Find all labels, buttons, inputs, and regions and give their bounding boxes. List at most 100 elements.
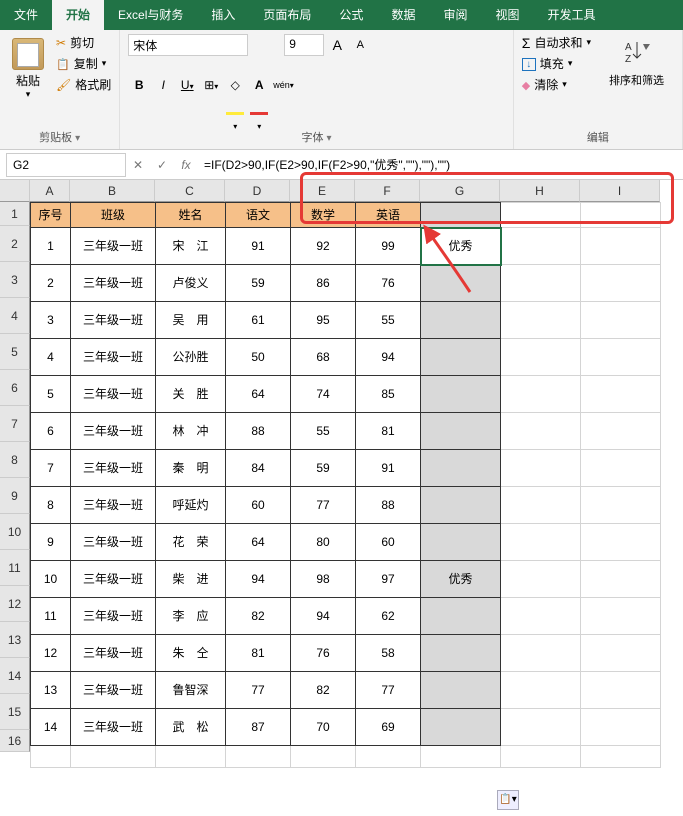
cell[interactable]: 李 应 [156, 598, 226, 635]
cell[interactable]: 鲁智深 [156, 672, 226, 709]
cell[interactable]: 95 [291, 302, 356, 339]
cell[interactable]: 14 [31, 709, 71, 746]
cell[interactable]: 5 [31, 376, 71, 413]
cell[interactable]: 三年级一班 [71, 672, 156, 709]
cell[interactable] [421, 413, 501, 450]
cell[interactable]: 公孙胜 [156, 339, 226, 376]
cell[interactable]: 55 [291, 413, 356, 450]
cell[interactable] [581, 265, 661, 302]
copy-button[interactable]: 复制 ▾ [56, 55, 111, 72]
cell[interactable]: 11 [31, 598, 71, 635]
cell[interactable] [501, 561, 581, 598]
cell[interactable]: 59 [291, 450, 356, 487]
cell[interactable] [501, 339, 581, 376]
cell[interactable] [581, 450, 661, 487]
row-header[interactable]: 1 [0, 202, 30, 226]
cell[interactable]: 97 [356, 561, 421, 598]
cell[interactable]: 数学 [291, 203, 356, 228]
cell[interactable]: 吴 用 [156, 302, 226, 339]
cell[interactable]: 58 [356, 635, 421, 672]
cell[interactable] [71, 746, 156, 768]
row-header[interactable]: 2 [0, 226, 30, 262]
cell[interactable]: 秦 明 [156, 450, 226, 487]
cell[interactable]: 81 [226, 635, 291, 672]
underline-button[interactable]: U▾ [176, 74, 198, 96]
cell[interactable]: 2 [31, 265, 71, 302]
cell[interactable] [31, 746, 71, 768]
cell[interactable]: 三年级一班 [71, 302, 156, 339]
cell[interactable] [501, 598, 581, 635]
border-button[interactable]: ⊞▾ [200, 74, 222, 96]
row-header[interactable]: 13 [0, 622, 30, 658]
cell[interactable]: 卢俊义 [156, 265, 226, 302]
row-header[interactable]: 11 [0, 550, 30, 586]
cell[interactable]: 80 [291, 524, 356, 561]
cell[interactable] [421, 265, 501, 302]
cell[interactable]: 62 [356, 598, 421, 635]
cell[interactable]: 69 [356, 709, 421, 746]
col-header-A[interactable]: A [30, 180, 70, 202]
cell[interactable] [421, 203, 501, 228]
fill-button[interactable]: 填充 ▾ [522, 55, 591, 72]
cell[interactable]: 10 [31, 561, 71, 598]
sort-filter-button[interactable]: AZ 排序和筛选 [599, 34, 674, 92]
row-header[interactable]: 7 [0, 406, 30, 442]
cell[interactable]: 三年级一班 [71, 339, 156, 376]
fill-color-button[interactable]: ◇▾ [224, 74, 246, 96]
cell-grid[interactable]: 序号班级姓名语文数学英语1三年级一班宋 江919299优秀2三年级一班卢俊义59… [30, 202, 661, 768]
font-color-button[interactable]: A▾ [248, 74, 270, 96]
cell[interactable] [581, 746, 661, 768]
tab-developer[interactable]: 开发工具 [533, 0, 609, 30]
row-header[interactable]: 6 [0, 370, 30, 406]
cell[interactable]: 13 [31, 672, 71, 709]
cell[interactable] [581, 487, 661, 524]
col-header-D[interactable]: D [225, 180, 290, 202]
cell[interactable]: 77 [291, 487, 356, 524]
italic-button[interactable]: I [152, 74, 174, 96]
cell[interactable] [581, 635, 661, 672]
cell[interactable]: 76 [356, 265, 421, 302]
row-header[interactable]: 10 [0, 514, 30, 550]
cell[interactable]: 77 [226, 672, 291, 709]
cell[interactable] [421, 302, 501, 339]
cell[interactable]: 姓名 [156, 203, 226, 228]
cell[interactable] [501, 265, 581, 302]
cell[interactable] [501, 413, 581, 450]
tab-data[interactable]: 数据 [377, 0, 429, 30]
cell[interactable]: 50 [226, 339, 291, 376]
cell[interactable]: 三年级一班 [71, 376, 156, 413]
cell[interactable]: 85 [356, 376, 421, 413]
tab-review[interactable]: 审阅 [429, 0, 481, 30]
cell[interactable]: 班级 [71, 203, 156, 228]
row-header[interactable]: 9 [0, 478, 30, 514]
cell[interactable]: 64 [226, 524, 291, 561]
cell[interactable]: 94 [291, 598, 356, 635]
cell[interactable]: 81 [356, 413, 421, 450]
row-header[interactable]: 3 [0, 262, 30, 298]
cell[interactable] [581, 561, 661, 598]
cell[interactable]: 三年级一班 [71, 265, 156, 302]
cell[interactable]: 12 [31, 635, 71, 672]
grow-font-button[interactable]: A [327, 34, 347, 56]
row-header[interactable]: 15 [0, 694, 30, 730]
cell[interactable]: 61 [226, 302, 291, 339]
select-all-corner[interactable] [0, 180, 30, 202]
cell[interactable]: 59 [226, 265, 291, 302]
col-header-H[interactable]: H [500, 180, 580, 202]
cell[interactable] [501, 709, 581, 746]
cell[interactable]: 三年级一班 [71, 709, 156, 746]
cell[interactable]: 3 [31, 302, 71, 339]
cell[interactable]: 88 [226, 413, 291, 450]
cell[interactable]: 林 冲 [156, 413, 226, 450]
insert-function-button[interactable]: fx [174, 158, 198, 172]
cell[interactable] [581, 709, 661, 746]
cell[interactable]: 86 [291, 265, 356, 302]
cell[interactable]: 94 [226, 561, 291, 598]
cell[interactable] [581, 228, 661, 265]
cell[interactable]: 三年级一班 [71, 524, 156, 561]
cell[interactable]: 94 [356, 339, 421, 376]
cell[interactable]: 三年级一班 [71, 561, 156, 598]
cell[interactable]: 82 [226, 598, 291, 635]
row-header[interactable]: 5 [0, 334, 30, 370]
cell[interactable]: 87 [226, 709, 291, 746]
